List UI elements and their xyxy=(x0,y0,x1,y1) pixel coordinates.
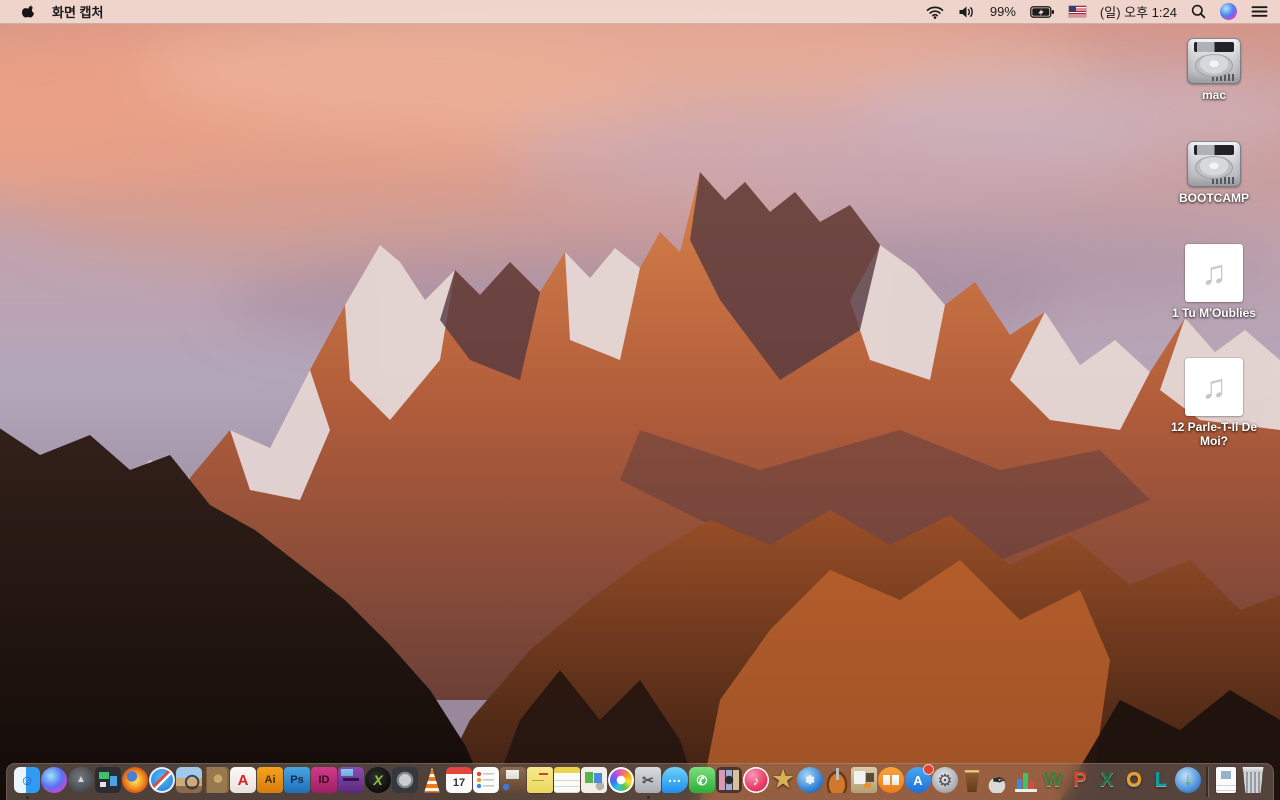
photo-booth[interactable] xyxy=(716,767,742,798)
numbers[interactable] xyxy=(1013,767,1039,798)
idvd[interactable]: ✽ xyxy=(797,767,823,798)
wifi-icon[interactable] xyxy=(926,5,944,19)
reminders[interactable] xyxy=(473,767,499,798)
disk-tool[interactable] xyxy=(392,767,418,798)
drive-label: BOOTCAMP xyxy=(1179,190,1249,205)
file-label: 1 Tu M'Oublies xyxy=(1172,305,1256,320)
toast-titanium[interactable] xyxy=(338,767,364,798)
launchpad[interactable]: ▲ xyxy=(68,767,94,798)
audio-file-1[interactable]: ♫ 1 Tu M'Oublies xyxy=(1164,243,1264,321)
menu-bar: 화면 캡처 99% (일) 오후 1:24 xyxy=(0,0,1280,24)
garageband[interactable] xyxy=(824,767,850,798)
spotlight-icon[interactable] xyxy=(1191,4,1206,19)
calendar[interactable]: 17 xyxy=(446,767,472,798)
audio-file-icon: ♫ xyxy=(1185,358,1243,417)
preview[interactable] xyxy=(176,767,202,798)
ibooks[interactable] xyxy=(878,767,904,798)
hard-drive-icon xyxy=(1187,140,1241,187)
ms-outlook[interactable]: O xyxy=(1121,767,1147,798)
xbmc[interactable]: X xyxy=(365,767,391,798)
pages[interactable]: ✒ xyxy=(986,767,1012,798)
notification-center-icon[interactable] xyxy=(1251,5,1268,18)
firefox[interactable] xyxy=(122,767,148,798)
siri-menu-icon[interactable] xyxy=(1220,3,1237,20)
mail-archive-box[interactable] xyxy=(500,767,526,798)
wallpaper xyxy=(0,0,1280,800)
dock-divider xyxy=(1202,767,1212,798)
document-file[interactable] xyxy=(1213,767,1239,798)
imovie[interactable]: ★ xyxy=(770,767,796,798)
menu-bar-clock[interactable]: (일) 오후 1:24 xyxy=(1100,2,1177,21)
volume-icon[interactable] xyxy=(958,5,976,19)
safari[interactable] xyxy=(149,767,175,798)
acrobat-reader[interactable]: A xyxy=(230,767,256,798)
audio-file-2[interactable]: ♫ 12 Parle-T-Il De Moi? xyxy=(1164,358,1264,449)
hard-drive-icon xyxy=(1187,38,1241,84)
download-manager[interactable]: ↓ xyxy=(1175,767,1201,798)
menu-bar-left: 화면 캡처 xyxy=(0,2,213,21)
adobe-photoshop[interactable]: Ps xyxy=(284,767,310,798)
apple-icon xyxy=(22,5,34,18)
facetime[interactable]: ✆ xyxy=(689,767,715,798)
drive-bootcamp[interactable]: BOOTCAMP xyxy=(1164,140,1264,206)
finder[interactable]: ☺ xyxy=(14,767,40,799)
notes[interactable] xyxy=(554,767,580,798)
audio-file-icon: ♫ xyxy=(1185,243,1243,302)
music-note-icon: ♫ xyxy=(1201,368,1227,407)
siri[interactable] xyxy=(41,767,67,798)
trash[interactable] xyxy=(1240,767,1266,798)
vlc[interactable] xyxy=(419,767,445,798)
unarchiver[interactable] xyxy=(581,767,607,798)
drive-label: mac xyxy=(1201,88,1227,102)
desktop-screen: 화면 캡처 99% (일) 오후 1:24 mac BOOTCAMP ♫ 1 T… xyxy=(0,0,1280,800)
ms-word[interactable]: W xyxy=(1040,767,1066,798)
keynote[interactable] xyxy=(959,767,985,798)
menu-bar-status: 99% (일) 오후 1:24 xyxy=(926,2,1280,21)
ms-excel[interactable]: X xyxy=(1094,767,1120,798)
file-label: 12 Parle-T-Il De Moi? xyxy=(1170,420,1258,449)
desktop-icons: mac BOOTCAMP ♫ 1 Tu M'Oublies ♫ 12 Parle… xyxy=(1164,38,1264,487)
active-app-menu[interactable]: 화면 캡처 xyxy=(52,2,103,21)
input-source-flag-icon[interactable] xyxy=(1068,6,1086,17)
stickies[interactable] xyxy=(527,767,553,798)
mission-control[interactable] xyxy=(95,767,121,798)
scrapbook[interactable] xyxy=(851,767,877,798)
drive-mac[interactable]: mac xyxy=(1164,38,1264,103)
battery-charging-icon[interactable] xyxy=(1030,5,1055,19)
apple-menu[interactable] xyxy=(20,3,34,20)
adobe-indesign[interactable]: ID xyxy=(311,767,337,798)
ms-lync[interactable]: L xyxy=(1148,767,1174,798)
contacts[interactable] xyxy=(203,767,229,798)
system-preferences[interactable]: ⚙ xyxy=(932,767,958,798)
ms-powerpoint[interactable]: P xyxy=(1067,767,1093,798)
battery-percent: 99% xyxy=(989,4,1016,19)
adobe-illustrator[interactable]: Ai xyxy=(257,767,283,798)
photos[interactable] xyxy=(608,767,634,798)
app-store[interactable]: A xyxy=(905,765,933,798)
dock: ☺ ▲ A Ai Ps ID X 17 ✂… ✆ ♪ ★ ✽ A ⚙ ✒ W P X O L ↓ xyxy=(6,763,1274,800)
grab-screen-capture[interactable]: ✂ xyxy=(635,767,661,799)
itunes[interactable]: ♪ xyxy=(743,767,769,798)
messages[interactable]: … xyxy=(662,767,688,798)
music-note-icon: ♫ xyxy=(1201,253,1227,292)
